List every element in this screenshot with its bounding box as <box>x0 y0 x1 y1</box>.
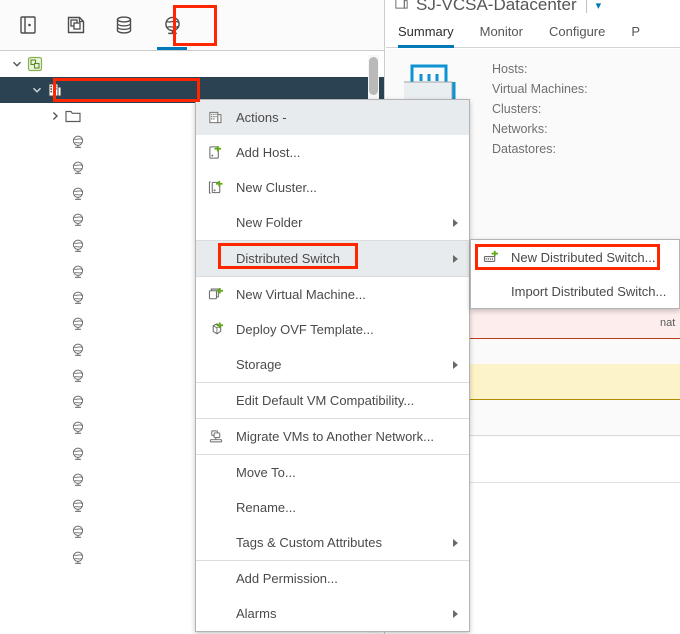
header-divider <box>586 0 587 13</box>
hosts-and-clusters-icon[interactable] <box>4 0 52 50</box>
menu-item-label: Alarms <box>230 606 276 621</box>
add-host-icon <box>208 145 230 160</box>
tab-p[interactable]: P <box>631 24 653 47</box>
summary-stat-row: Clusters: <box>492 99 588 119</box>
network-icon <box>67 545 89 571</box>
menu-item-label: Move To... <box>230 465 296 480</box>
network-icon <box>67 389 89 415</box>
submenu-arrow-icon <box>453 255 458 263</box>
menu-item-tags-custom-attributes[interactable]: Tags & Custom Attributes <box>196 525 469 560</box>
menu-item-label: Distributed Switch <box>230 251 340 266</box>
network-icon <box>67 181 89 207</box>
submenu-item-label: New Distributed Switch... <box>505 250 656 265</box>
network-icon <box>67 285 89 311</box>
summary-stat-row: Hosts: <box>492 59 588 79</box>
page-title: SJ-VCSA-Datacenter <box>416 0 577 15</box>
menu-item-label: Add Host... <box>230 145 300 160</box>
tree-item-vcenter[interactable] <box>0 51 385 77</box>
storage-icon[interactable] <box>100 0 148 50</box>
network-icon <box>67 207 89 233</box>
submenu-arrow-icon <box>453 610 458 618</box>
menu-item-label: Edit Default VM Compatibility... <box>230 393 414 408</box>
datacenter-icon <box>394 0 409 15</box>
summary-statistics: Hosts:Virtual Machines:Clusters:Networks… <box>492 59 588 159</box>
menu-item-actions[interactable]: Actions - <box>196 100 469 135</box>
menu-item-add-host[interactable]: Add Host... <box>196 135 469 170</box>
scrollbar-thumb[interactable] <box>369 57 378 95</box>
submenu-item-import-distributed-switch[interactable]: Import Distributed Switch... <box>471 274 679 308</box>
network-icon <box>67 441 89 467</box>
datacenter-icon <box>44 77 66 103</box>
new-distributed-switch-icon <box>483 250 505 265</box>
network-icon <box>67 259 89 285</box>
menu-item-new-cluster[interactable]: New Cluster... <box>196 170 469 205</box>
actions-chevron-down-icon[interactable]: ▾ <box>596 0 602 12</box>
distributed-switch-submenu: New Distributed Switch... Import Distribu… <box>470 239 680 309</box>
ovf-template-icon <box>208 322 230 337</box>
new-vm-icon <box>208 287 230 302</box>
tab-monitor[interactable]: Monitor <box>480 24 536 47</box>
menu-item-alarms[interactable]: Alarms <box>196 596 469 631</box>
tab-configure[interactable]: Configure <box>549 24 618 47</box>
menu-item-label: New Folder <box>230 215 302 230</box>
menu-item-label: Tags & Custom Attributes <box>230 535 382 550</box>
summary-stat-row: Virtual Machines: <box>492 79 588 99</box>
detail-tab-bar: Summary Monitor Configure P <box>386 16 680 48</box>
chevron-down-icon[interactable] <box>30 77 44 103</box>
menu-item-label: Migrate VMs to Another Network... <box>230 429 434 444</box>
error-banner-secondary-text: nat <box>660 317 675 329</box>
menu-item-label: Actions - <box>230 110 287 125</box>
submenu-arrow-icon <box>453 219 458 227</box>
network-icon <box>67 337 89 363</box>
menu-item-label: Add Permission... <box>230 571 338 586</box>
network-icon <box>67 311 89 337</box>
menu-item-label: New Virtual Machine... <box>230 287 366 302</box>
network-icon <box>67 155 89 181</box>
menu-item-rename[interactable]: Rename... <box>196 490 469 525</box>
object-header: SJ-VCSA-Datacenter ▾ <box>386 0 680 16</box>
submenu-arrow-icon <box>453 361 458 369</box>
menu-item-label: Rename... <box>230 500 296 515</box>
chevron-right-icon[interactable] <box>48 103 62 129</box>
submenu-item-label: Import Distributed Switch... <box>505 284 666 299</box>
inventory-view-toolbar <box>0 0 385 51</box>
datacenter-icon <box>208 110 230 125</box>
network-icon <box>67 363 89 389</box>
migrate-vms-icon <box>208 429 230 444</box>
menu-item-new-virtual-machine[interactable]: New Virtual Machine... <box>196 277 469 312</box>
tab-summary[interactable]: Summary <box>398 24 467 47</box>
network-icon <box>67 129 89 155</box>
menu-item-label: Storage <box>230 357 282 372</box>
network-icon <box>67 467 89 493</box>
summary-stat-row: Datastores: <box>492 139 588 159</box>
networking-icon[interactable] <box>148 0 196 50</box>
vcenter-icon <box>24 51 46 77</box>
network-icon <box>67 415 89 441</box>
menu-item-new-folder[interactable]: New Folder <box>196 205 469 240</box>
summary-stat-row: Networks: <box>492 119 588 139</box>
submenu-arrow-icon <box>453 539 458 547</box>
menu-item-distributed-switch[interactable]: Distributed Switch <box>196 241 469 276</box>
menu-item-move-to[interactable]: Move To... <box>196 455 469 490</box>
new-cluster-icon <box>208 180 230 195</box>
network-icon <box>67 493 89 519</box>
menu-item-add-permission[interactable]: Add Permission... <box>196 561 469 596</box>
context-menu: Actions - Add Host... New Cluster... New Fo… <box>195 99 470 632</box>
network-icon <box>67 233 89 259</box>
menu-item-storage[interactable]: Storage <box>196 347 469 382</box>
menu-item-label: Deploy OVF Template... <box>230 322 374 337</box>
menu-item-deploy-ovf-template[interactable]: Deploy OVF Template... <box>196 312 469 347</box>
vsphere-client-window: SJ-VCSA-Datacenter ▾ Summary Monitor Confi… <box>0 0 680 634</box>
menu-item-migrate-vms-to-another-network[interactable]: Migrate VMs to Another Network... <box>196 419 469 454</box>
network-icon <box>67 519 89 545</box>
vms-and-templates-icon[interactable] <box>52 0 100 50</box>
submenu-item-new-distributed-switch[interactable]: New Distributed Switch... <box>471 240 679 274</box>
chevron-down-icon[interactable] <box>10 51 24 77</box>
folder-icon <box>62 103 84 129</box>
menu-item-edit-default-vm-compatibility[interactable]: Edit Default VM Compatibility... <box>196 383 469 418</box>
menu-item-label: New Cluster... <box>230 180 317 195</box>
